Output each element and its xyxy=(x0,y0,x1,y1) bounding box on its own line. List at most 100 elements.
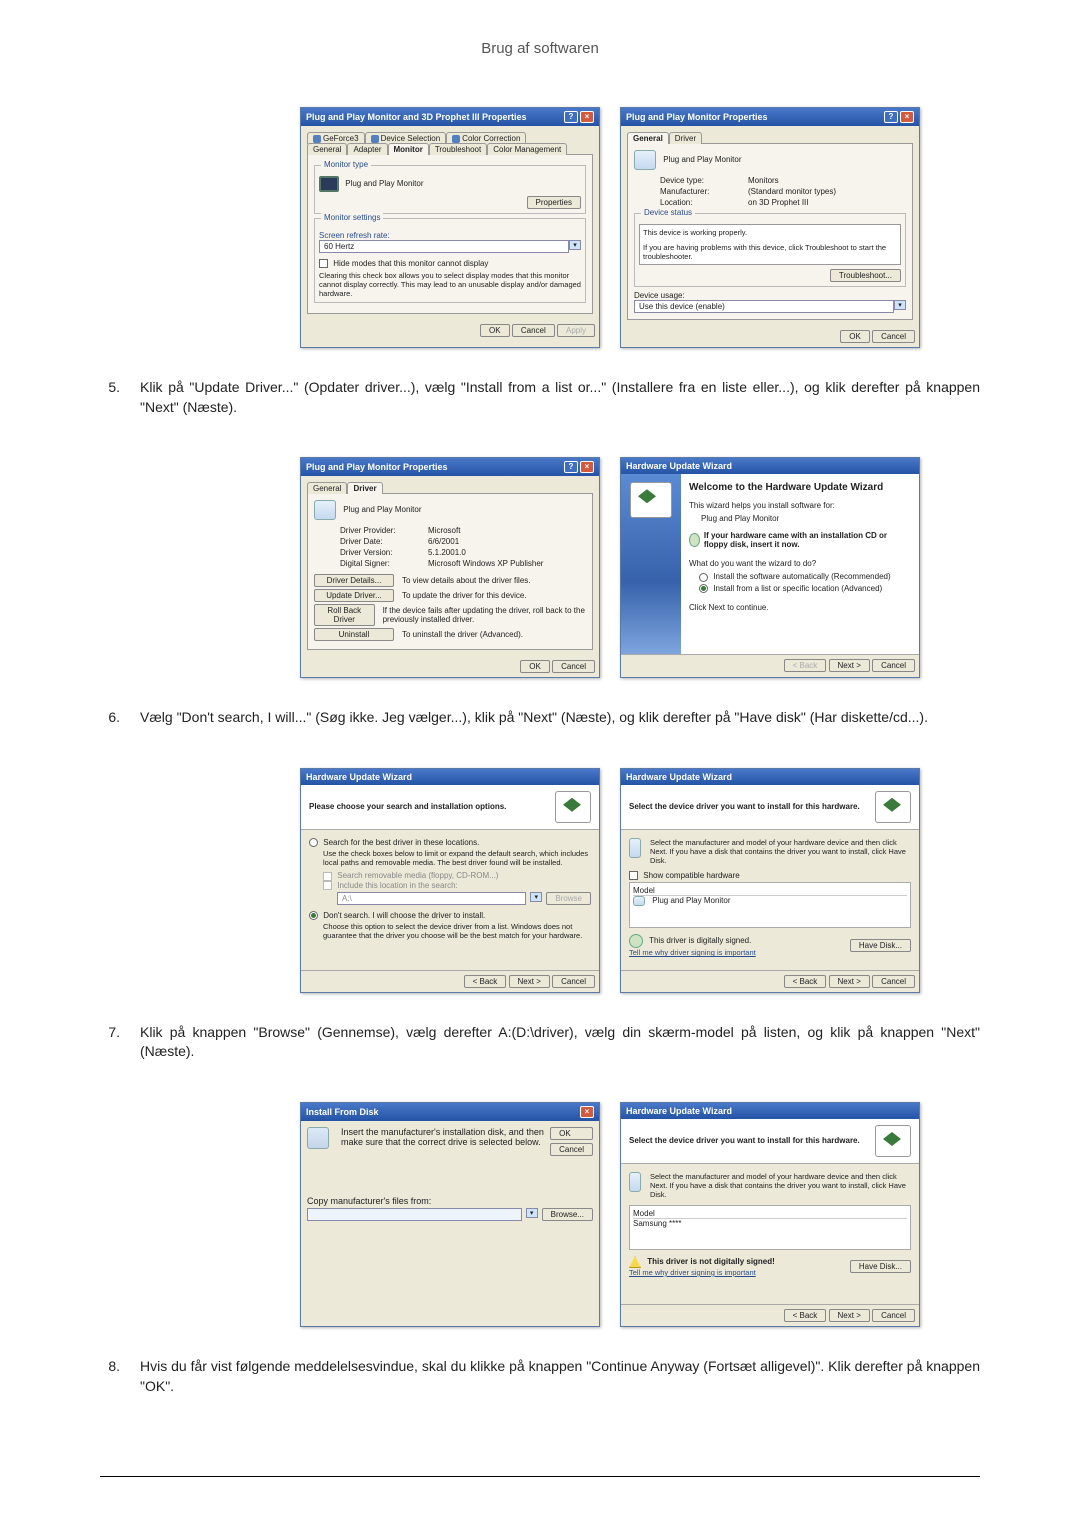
uninstall-button[interactable]: Uninstall xyxy=(314,628,394,641)
dialog-hardware-update-wizard-welcome: Hardware Update Wizard Welcome to the Ha… xyxy=(620,457,920,678)
cancel-button[interactable]: Cancel xyxy=(550,1143,593,1156)
step-5: 5. Klik på "Update Driver..." (Opdater d… xyxy=(100,378,980,417)
show-compatible-checkbox[interactable] xyxy=(629,871,638,880)
step-number: 6. xyxy=(100,709,120,725)
have-disk-button[interactable]: Have Disk... xyxy=(850,1260,911,1273)
model-list-item[interactable]: Plug and Play Monitor xyxy=(633,896,907,906)
tab-driver[interactable]: Driver xyxy=(347,482,382,494)
device-type-label: Device type: xyxy=(660,176,740,185)
refresh-rate-dropdown[interactable]: 60 Hertz xyxy=(319,240,569,253)
dont-search-desc: Choose this option to select the device … xyxy=(323,922,591,940)
have-disk-button[interactable]: Have Disk... xyxy=(850,939,911,952)
help-icon[interactable]: ? xyxy=(884,111,898,123)
chevron-down-icon[interactable]: ▾ xyxy=(526,1208,538,1218)
driver-not-signed-text: This driver is not digitally signed! xyxy=(647,1257,775,1266)
copy-path-dropdown[interactable] xyxy=(307,1208,522,1221)
radio-dont-search[interactable] xyxy=(309,911,318,920)
dialog-hardware-update-search-options: Hardware Update Wizard Please choose you… xyxy=(300,768,600,993)
step-number: 5. xyxy=(100,379,120,395)
signing-info-link[interactable]: Tell me why driver signing is important xyxy=(629,948,756,957)
chevron-down-icon[interactable]: ▾ xyxy=(569,240,581,250)
hide-modes-label: Hide modes that this monitor cannot disp… xyxy=(333,259,488,268)
cancel-button[interactable]: Cancel xyxy=(872,330,915,343)
step-text: Klik på knappen "Browse" (Gennemse), væl… xyxy=(140,1023,980,1062)
help-icon[interactable]: ? xyxy=(564,111,578,123)
wizard-header-text: Please choose your search and installati… xyxy=(309,802,506,811)
dialog-hardware-update-select-driver: Hardware Update Wizard Select the device… xyxy=(620,768,920,993)
update-driver-button[interactable]: Update Driver... xyxy=(314,589,394,602)
monitor-device-icon xyxy=(629,838,641,858)
ok-button[interactable]: OK xyxy=(550,1127,593,1140)
close-icon[interactable]: × xyxy=(580,1106,594,1118)
check-include-location xyxy=(323,881,332,890)
help-icon[interactable]: ? xyxy=(564,461,578,473)
cancel-button[interactable]: Cancel xyxy=(552,975,595,988)
next-button[interactable]: Next > xyxy=(829,975,870,988)
figure-pair-1: Plug and Play Monitor and 3D Prophet III… xyxy=(240,107,980,348)
cancel-button[interactable]: Cancel xyxy=(512,324,555,337)
tab-color-management[interactable]: Color Management xyxy=(487,143,567,155)
properties-button[interactable]: Properties xyxy=(527,196,581,209)
device-usage-label: Device usage: xyxy=(634,291,906,300)
cancel-button[interactable]: Cancel xyxy=(872,1309,915,1322)
cancel-button[interactable]: Cancel xyxy=(552,660,595,673)
search-best-desc: Use the check boxes below to limit or ex… xyxy=(323,849,591,867)
radio-dont-search-label: Don't search. I will choose the driver t… xyxy=(323,911,485,920)
cancel-button[interactable]: Cancel xyxy=(872,975,915,988)
manufacturer-label: Manufacturer: xyxy=(660,187,740,196)
browse-button: Browse xyxy=(546,892,591,905)
wizard-header-text: Select the device driver you want to ins… xyxy=(629,1136,860,1145)
next-button[interactable]: Next > xyxy=(509,975,550,988)
figure-pair-3: Hardware Update Wizard Please choose you… xyxy=(240,768,980,993)
chevron-down-icon: ▾ xyxy=(530,892,542,902)
device-usage-dropdown[interactable]: Use this device (enable) xyxy=(634,300,894,313)
next-button[interactable]: Next > xyxy=(829,1309,870,1322)
dialog-title: Install From Disk xyxy=(306,1107,379,1117)
tab-troubleshoot[interactable]: Troubleshoot xyxy=(429,143,487,155)
close-icon[interactable]: × xyxy=(580,111,594,123)
select-driver-instruction: Select the manufacturer and model of you… xyxy=(650,1172,911,1199)
page-divider xyxy=(100,1476,980,1477)
back-button: < Back xyxy=(784,659,827,672)
signing-info-link[interactable]: Tell me why driver signing is important xyxy=(629,1268,756,1277)
close-icon[interactable]: × xyxy=(900,111,914,123)
ok-button[interactable]: OK xyxy=(520,660,550,673)
step-number: 7. xyxy=(100,1024,120,1040)
dialog-hardware-update-select-driver-samsung: Hardware Update Wizard Select the device… xyxy=(620,1102,920,1327)
browse-button[interactable]: Browse... xyxy=(542,1208,593,1221)
back-button[interactable]: < Back xyxy=(784,1309,827,1322)
tab-driver[interactable]: Driver xyxy=(669,132,702,144)
tab-monitor[interactable]: Monitor xyxy=(388,143,429,155)
troubleshoot-button[interactable]: Troubleshoot... xyxy=(830,269,901,282)
tab-adapter[interactable]: Adapter xyxy=(347,143,387,155)
ok-button[interactable]: OK xyxy=(480,324,510,337)
radio-search-best[interactable] xyxy=(309,838,318,847)
back-button[interactable]: < Back xyxy=(464,975,507,988)
signed-icon xyxy=(629,934,643,948)
radio-install-list[interactable] xyxy=(699,584,708,593)
step-text: Hvis du får vist følgende meddelelsesvin… xyxy=(140,1357,980,1396)
tab-general[interactable]: General xyxy=(307,143,347,155)
chevron-down-icon[interactable]: ▾ xyxy=(894,300,906,310)
back-button[interactable]: < Back xyxy=(784,975,827,988)
wizard-question: What do you want the wizard to do? xyxy=(689,559,911,568)
device-name: Plug and Play Monitor xyxy=(343,505,421,514)
rollback-driver-button[interactable]: Roll Back Driver xyxy=(314,604,375,626)
close-icon[interactable]: × xyxy=(580,461,594,473)
driver-details-button[interactable]: Driver Details... xyxy=(314,574,394,587)
signer-label: Digital Signer: xyxy=(340,559,420,568)
dialog-title: Hardware Update Wizard xyxy=(306,772,412,782)
tab-general[interactable]: General xyxy=(307,482,347,494)
dialog-pnp-monitor-properties-general: Plug and Play Monitor Properties ? × Gen… xyxy=(620,107,920,348)
date-value: 6/6/2001 xyxy=(428,537,459,546)
model-list-item[interactable]: Samsung **** xyxy=(633,1219,907,1228)
wizard-header-text: Select the device driver you want to ins… xyxy=(629,802,860,811)
next-button[interactable]: Next > xyxy=(829,659,870,672)
hide-modes-checkbox[interactable] xyxy=(319,259,328,268)
radio-install-auto[interactable] xyxy=(699,573,708,582)
tab-general[interactable]: General xyxy=(627,132,669,144)
cancel-button[interactable]: Cancel xyxy=(872,659,915,672)
monitor-icon xyxy=(319,176,339,192)
ok-button[interactable]: OK xyxy=(840,330,870,343)
date-label: Driver Date: xyxy=(340,537,420,546)
